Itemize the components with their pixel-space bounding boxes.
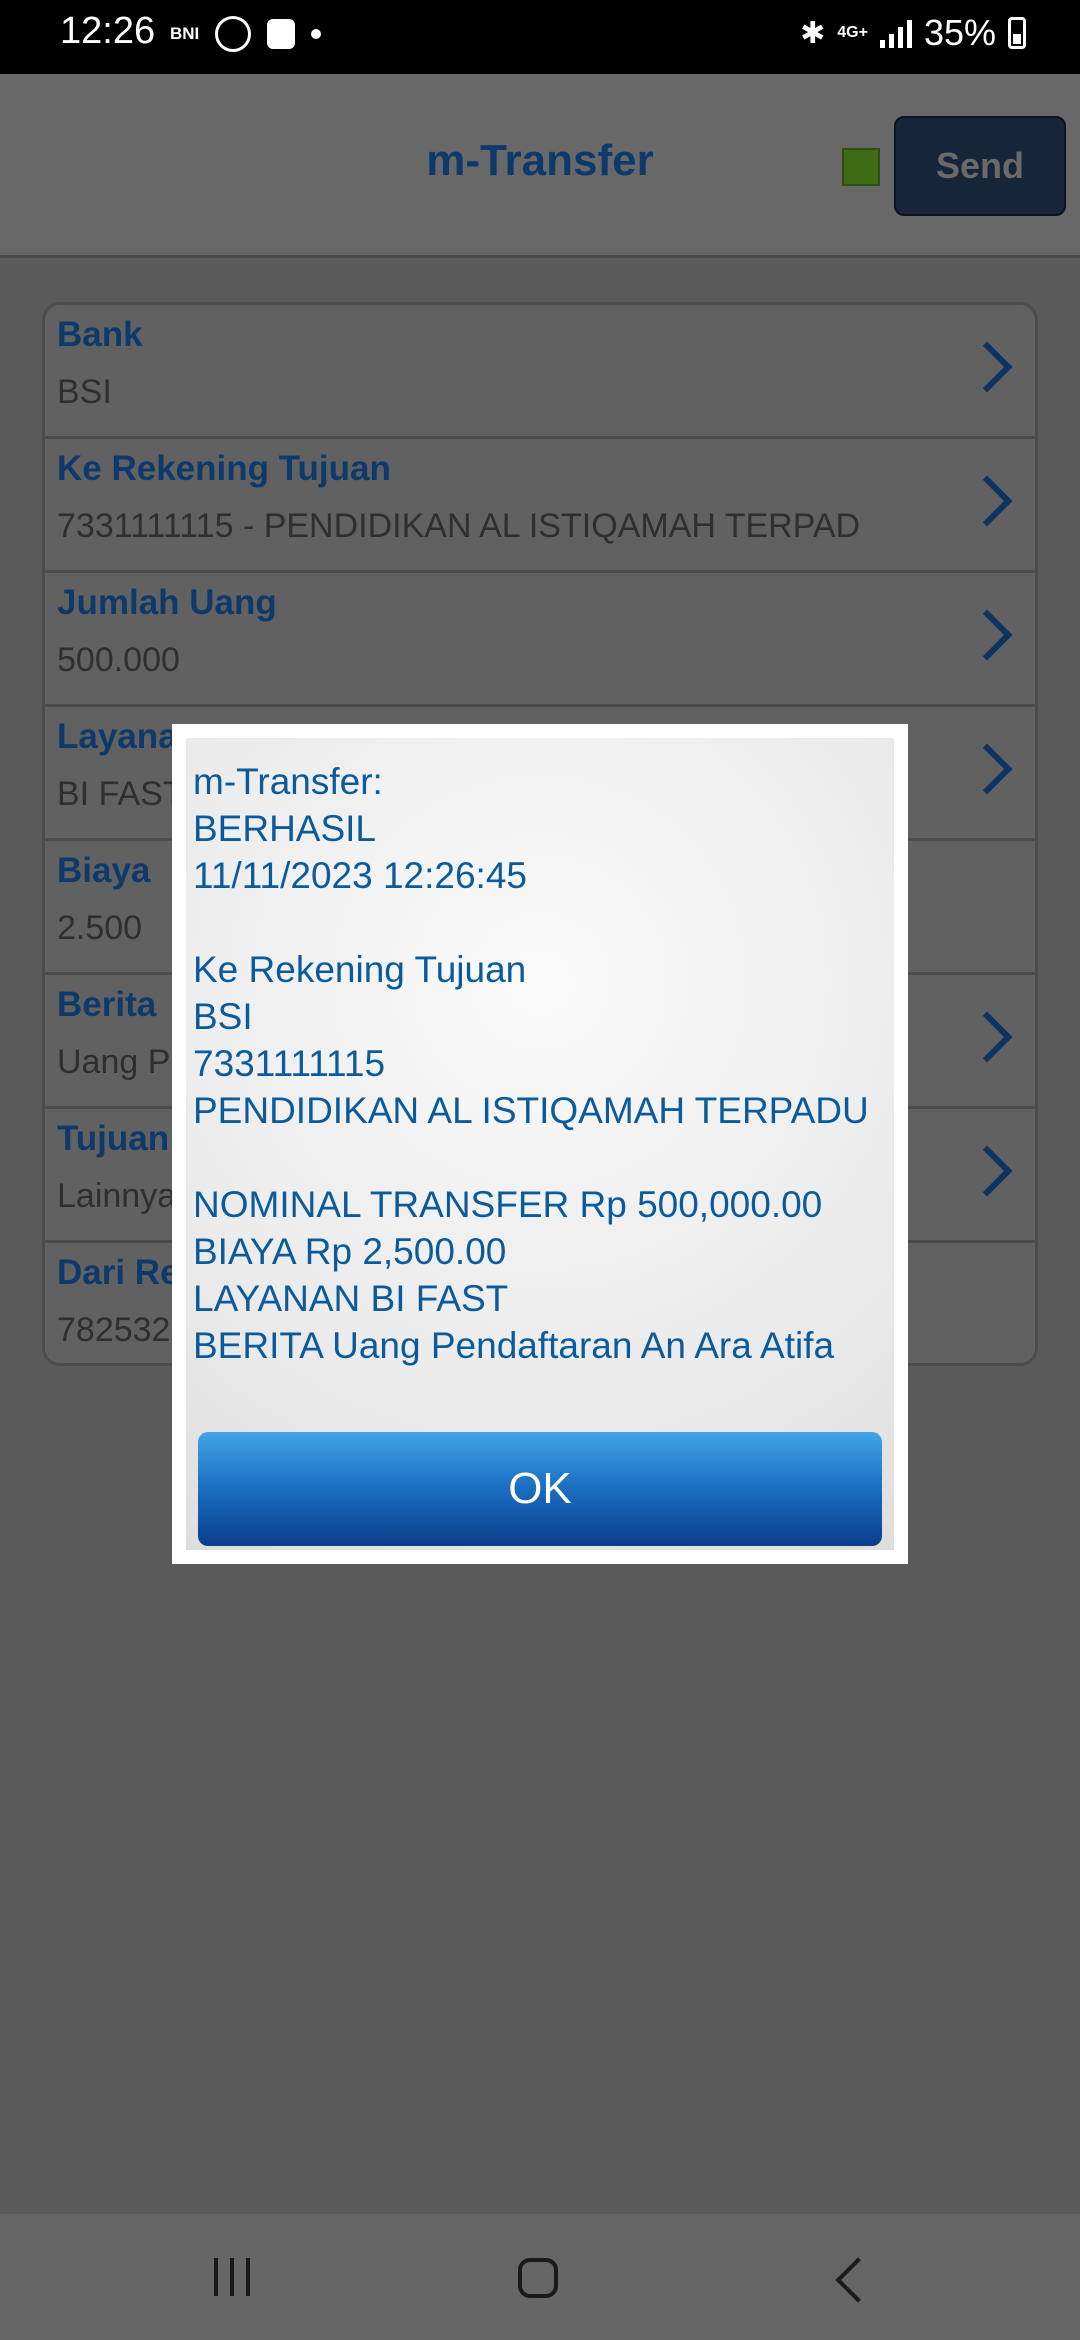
battery-percent: 35% <box>923 12 996 53</box>
dialog-line-nominal: NOMINAL TRANSFER Rp 500,000.00 <box>193 1184 823 1225</box>
chevron-right-icon <box>961 1011 1013 1063</box>
row-label: Tujuan <box>57 1119 170 1158</box>
row-label: Berita <box>57 985 157 1024</box>
status-time: 12:26 <box>60 10 156 52</box>
dialog-line-service: LAYANAN BI FAST <box>193 1278 509 1319</box>
bni-notification-icon: BNI <box>170 24 200 43</box>
row-label: Biaya <box>57 851 151 890</box>
form-row-bank[interactable]: Bank BSI <box>45 305 1035 439</box>
bluetooth-icon: ✱ <box>800 16 826 50</box>
chevron-right-icon <box>961 743 1013 795</box>
ok-button[interactable]: OK <box>198 1432 882 1546</box>
app-notification-icon <box>267 19 296 49</box>
dialog-line-title: m-Transfer: <box>193 761 383 802</box>
more-notifications-dot-icon <box>311 29 322 39</box>
row-label: Bank <box>57 315 143 354</box>
dialog-line-destination-heading: Ke Rekening Tujuan <box>193 949 527 990</box>
signal-icon <box>879 18 912 48</box>
transfer-result-dialog: m-Transfer: BERHASIL 11/11/2023 12:26:45… <box>172 724 908 1564</box>
row-label: Layana <box>57 717 178 756</box>
chevron-right-icon <box>961 609 1013 661</box>
home-icon[interactable] <box>518 2258 558 2298</box>
dialog-spacer <box>193 1134 888 1181</box>
dialog-line-account-number: 7331111115 <box>193 1043 386 1084</box>
status-bar: 12:26 BNI ✱ 4G+ 35% <box>0 0 1080 74</box>
row-label: Dari Re <box>57 1253 180 1292</box>
row-value: BSI <box>57 373 112 411</box>
dialog-message: m-Transfer: BERHASIL 11/11/2023 12:26:45… <box>193 758 888 1369</box>
dialog-line-message: BERITA Uang Pendaftaran An Ara Atifa <box>193 1325 835 1366</box>
dialog-line-bank: BSI <box>193 996 253 1037</box>
dialog-line-fee: BIAYA Rp 2,500.00 <box>193 1231 507 1272</box>
row-value: 500.000 <box>57 641 180 679</box>
system-navigation-bar <box>0 2214 1080 2340</box>
row-value: Lainnya <box>57 1177 177 1215</box>
dialog-line-account-name: PENDIDIKAN AL ISTIQAMAH TERPADU <box>193 1090 869 1131</box>
row-value: BI FAST <box>57 775 184 813</box>
back-icon[interactable] <box>835 2257 881 2303</box>
battery-icon <box>1008 17 1026 49</box>
row-value: 782532 <box>57 1311 171 1349</box>
dialog-line-status: BERHASIL <box>193 808 377 849</box>
dialog-line-datetime: 11/11/2023 12:26:45 <box>193 855 527 896</box>
dialog-body: m-Transfer: BERHASIL 11/11/2023 12:26:45… <box>186 738 894 1550</box>
chevron-right-icon <box>961 475 1013 527</box>
notification-icons: BNI <box>170 16 322 52</box>
network-type-icon: 4G+ <box>837 24 868 41</box>
row-label: Jumlah Uang <box>57 583 277 622</box>
row-value: 7331111115 - PENDIDIKAN AL ISTIQAMAH TER… <box>57 507 861 545</box>
row-value: 2.500 <box>57 909 143 947</box>
system-icons: ✱ 4G+ 35% <box>800 12 1026 54</box>
dialog-spacer <box>193 899 888 946</box>
app-header: m-Transfer Send <box>0 74 1080 258</box>
row-label: Ke Rekening Tujuan <box>57 449 391 488</box>
form-row-destination-account[interactable]: Ke Rekening Tujuan 7331111115 - PENDIDIK… <box>45 439 1035 573</box>
whatsapp-icon <box>215 16 252 52</box>
chevron-right-icon <box>961 1145 1013 1197</box>
connection-status-indicator <box>842 148 880 186</box>
form-row-amount[interactable]: Jumlah Uang 500.000 <box>45 573 1035 707</box>
recents-icon[interactable] <box>214 2258 250 2296</box>
chevron-right-icon <box>961 341 1013 393</box>
row-value: Uang P <box>57 1043 171 1081</box>
send-button[interactable]: Send <box>894 116 1066 216</box>
